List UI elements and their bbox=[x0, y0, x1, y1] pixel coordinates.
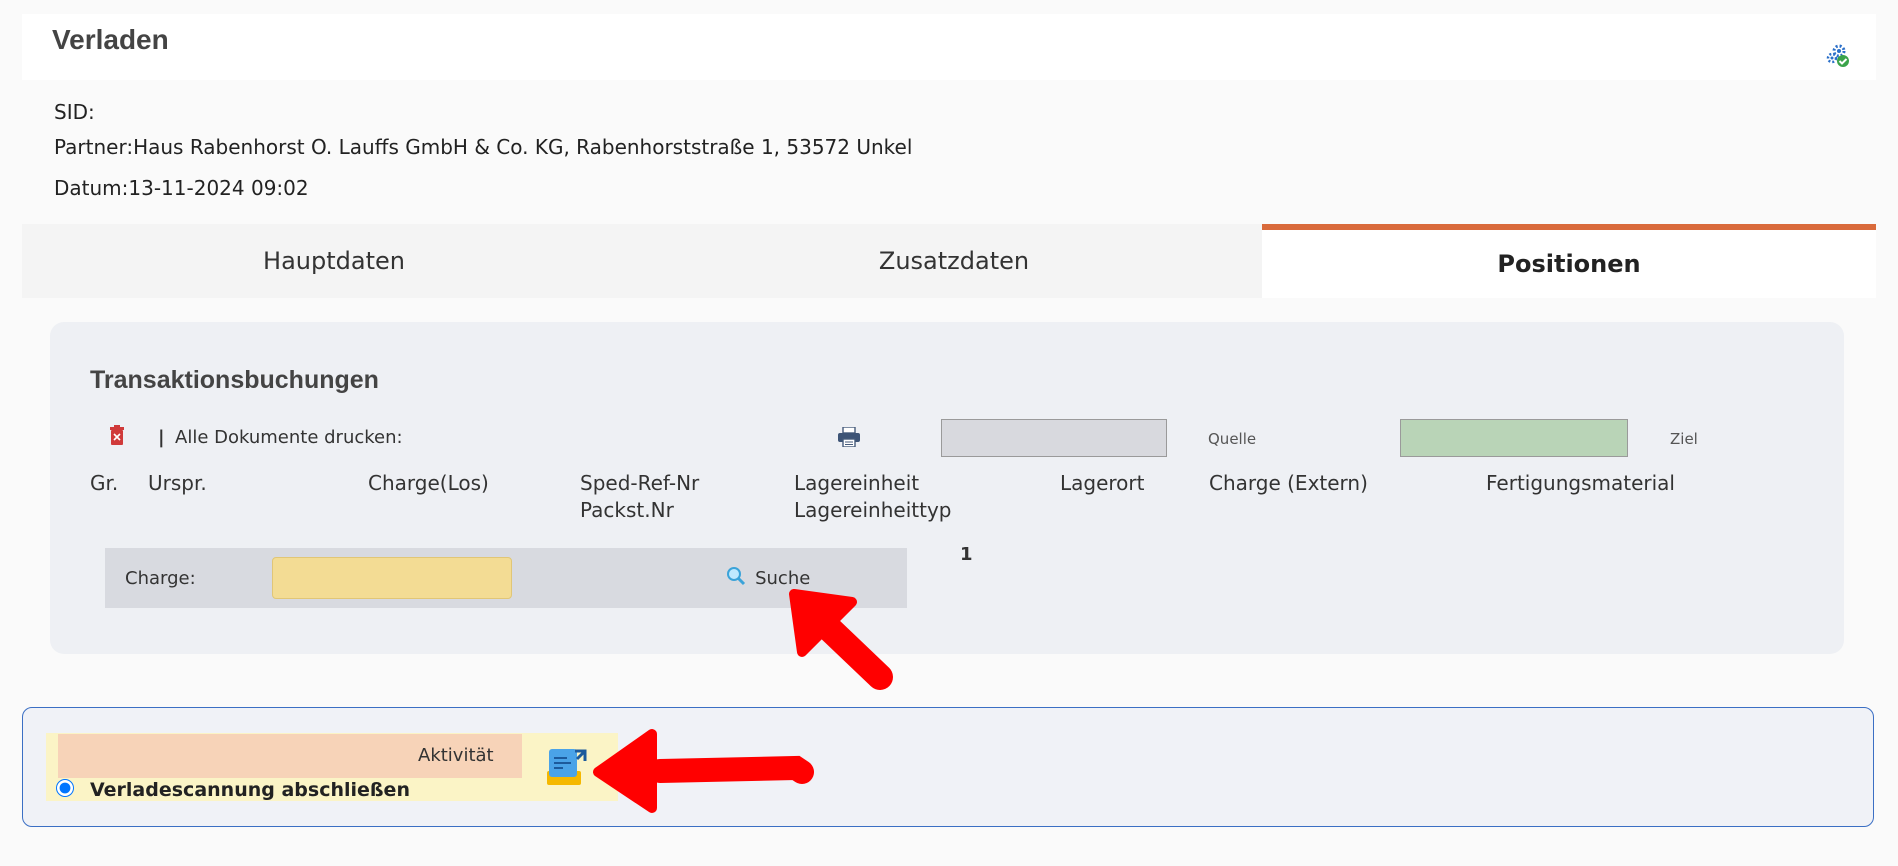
print-all-label: Alle Dokumente drucken: bbox=[175, 427, 403, 448]
annotation-arrow-left-icon bbox=[593, 729, 814, 813]
title-bar bbox=[22, 14, 1876, 80]
ziel-color-box bbox=[1400, 419, 1628, 457]
column-header-charge-extern: Charge (Extern) bbox=[1209, 471, 1368, 495]
gears-check-icon[interactable] bbox=[1826, 44, 1850, 68]
document-tray-icon[interactable] bbox=[545, 745, 587, 791]
column-header-lagerort: Lagerort bbox=[1060, 471, 1145, 495]
column-header-lagereinheit: Lagereinheit Lagereinheittyp bbox=[794, 470, 951, 524]
column-header-sped-ref-nr: Sped-Ref-Nr Packst.Nr bbox=[580, 470, 699, 524]
quelle-color-box bbox=[941, 419, 1167, 457]
column-header-urspr: Urspr. bbox=[148, 471, 207, 495]
lagereinheit-label: Lagereinheit bbox=[794, 471, 920, 495]
packst-nr-label: Packst.Nr bbox=[580, 498, 674, 522]
charge-label: Charge: bbox=[125, 568, 196, 589]
tab-zusatzdaten[interactable]: Zusatzdaten bbox=[646, 224, 1262, 298]
printer-icon[interactable] bbox=[838, 426, 860, 451]
column-header-charge-los: Charge(Los) bbox=[368, 471, 489, 495]
tab-positionen[interactable]: Positionen bbox=[1262, 224, 1876, 298]
charge-input[interactable] bbox=[272, 557, 512, 599]
toolbar-separator: | bbox=[158, 427, 165, 448]
activity-label: Aktivität bbox=[418, 745, 494, 766]
tab-hauptdaten[interactable]: Hauptdaten bbox=[22, 224, 646, 298]
quelle-label: Quelle bbox=[1208, 430, 1257, 448]
trash-icon[interactable] bbox=[109, 425, 125, 449]
result-count: 1 bbox=[960, 544, 973, 565]
verladescannung-label[interactable]: Verladescannung abschließen bbox=[90, 779, 410, 801]
datum-label: Datum:13-11-2024 09:02 bbox=[54, 176, 309, 200]
column-header-fertigungsmaterial: Fertigungsmaterial bbox=[1486, 471, 1675, 495]
ziel-label: Ziel bbox=[1670, 430, 1698, 448]
lagereinheittyp-label: Lagereinheittyp bbox=[794, 498, 952, 522]
annotation-arrow-icon bbox=[789, 589, 893, 690]
panel-title: Transaktionsbuchungen bbox=[90, 366, 379, 394]
sid-label: SID: bbox=[54, 100, 95, 124]
partner-label: Partner:Haus Rabenhorst O. Lauffs GmbH &… bbox=[54, 135, 913, 159]
magnifier-icon bbox=[726, 566, 746, 590]
column-header-gr: Gr. bbox=[90, 471, 119, 495]
tab-bar: Hauptdaten Zusatzdaten Positionen bbox=[22, 224, 1876, 298]
sped-ref-nr-label: Sped-Ref-Nr bbox=[580, 471, 700, 495]
verladescannung-radio[interactable] bbox=[56, 779, 74, 797]
page-title: Verladen bbox=[52, 24, 169, 55]
